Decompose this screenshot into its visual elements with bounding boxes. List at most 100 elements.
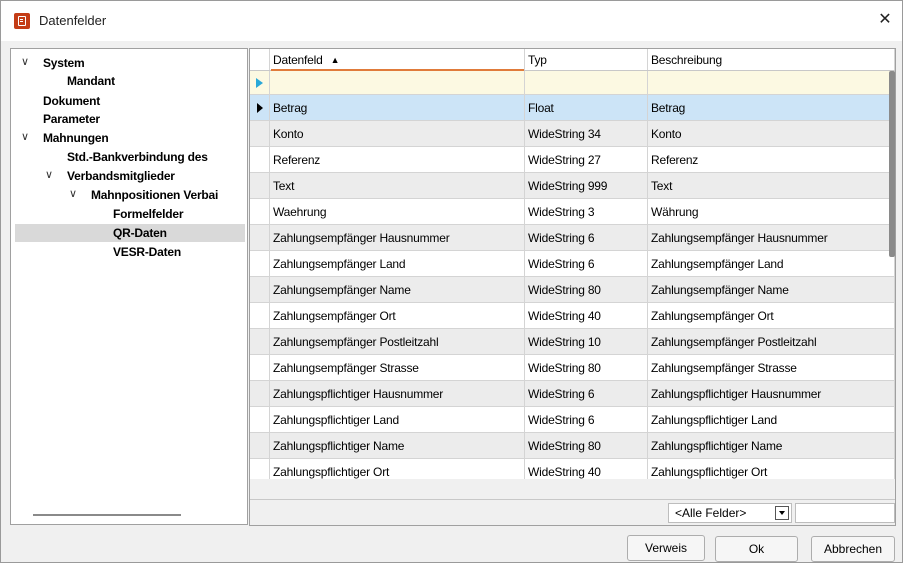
cell-datenfeld[interactable]: Referenz xyxy=(270,147,525,172)
cell-datenfeld[interactable]: Zahlungsempfänger Name xyxy=(270,277,525,302)
window-title: Datenfelder xyxy=(39,13,107,28)
cell-beschreibung[interactable]: Zahlungspflichtiger Name xyxy=(648,433,895,458)
filter-cell-typ[interactable] xyxy=(525,71,648,94)
table-row[interactable]: Text WideString 999 Text xyxy=(250,173,895,199)
fields-grid[interactable]: Datenfeld ▲ Typ Beschreibung Betrag Float B… xyxy=(250,49,895,479)
cell-typ[interactable]: WideString 40 xyxy=(525,459,648,479)
tree-view[interactable]: ∨ System Mandant Dokument Parameter ∨ Ma… xyxy=(10,48,248,525)
table-row[interactable]: Zahlungspflichtiger Land WideString 6 Zahl… xyxy=(250,407,895,433)
grid-vertical-scrollbar[interactable] xyxy=(889,71,895,257)
cell-beschreibung[interactable]: Konto xyxy=(648,121,895,146)
tree-item-mahnpositionen[interactable]: Mahnpositionen Verbai xyxy=(91,186,218,204)
cell-typ[interactable]: WideString 3 xyxy=(525,199,648,224)
tree-item-mahnungen[interactable]: Mahnungen xyxy=(43,129,109,147)
cell-typ[interactable]: WideString 80 xyxy=(525,355,648,380)
ok-button[interactable]: Ok xyxy=(715,536,798,562)
table-row[interactable]: Zahlungspflichtiger Hausnummer WideString… xyxy=(250,381,895,407)
tree-item-mandant[interactable]: Mandant xyxy=(67,72,115,90)
filter-row[interactable] xyxy=(250,71,895,95)
cell-typ[interactable]: WideString 6 xyxy=(525,407,648,432)
table-row[interactable]: Zahlungsempfänger Postleitzahl WideString… xyxy=(250,329,895,355)
tree-item-formelfelder[interactable]: Formelfelder xyxy=(113,205,183,223)
cell-beschreibung[interactable]: Zahlungsempfänger Postleitzahl xyxy=(648,329,895,354)
tree-item-dokument[interactable]: Dokument xyxy=(43,92,100,110)
filter-cell-beschreibung[interactable] xyxy=(648,71,895,94)
cell-typ[interactable]: Float xyxy=(525,95,648,120)
table-row[interactable]: Zahlungsempfänger Ort WideString 40 Zahlun… xyxy=(250,303,895,329)
cell-typ[interactable]: WideString 6 xyxy=(525,251,648,276)
cell-beschreibung[interactable]: Zahlungspflichtiger Land xyxy=(648,407,895,432)
table-row[interactable]: Zahlungsempfänger Name WideString 80 Zahlu… xyxy=(250,277,895,303)
cell-typ[interactable]: WideString 6 xyxy=(525,225,648,250)
tree-item-vesr-daten[interactable]: VESR-Daten xyxy=(113,243,181,261)
cell-beschreibung[interactable]: Zahlungsempfänger Name xyxy=(648,277,895,302)
row-indicator xyxy=(250,225,270,250)
cell-beschreibung[interactable]: Zahlungsempfänger Strasse xyxy=(648,355,895,380)
cell-beschreibung[interactable]: Referenz xyxy=(648,147,895,172)
cell-datenfeld[interactable]: Text xyxy=(270,173,525,198)
tree-item-system[interactable]: System xyxy=(43,54,85,72)
table-row[interactable]: Zahlungspflichtiger Ort WideString 40 Zahl… xyxy=(250,459,895,479)
cell-beschreibung[interactable]: Zahlungspflichtiger Ort xyxy=(648,459,895,479)
table-row[interactable]: Zahlungspflichtiger Name WideString 80 Zah… xyxy=(250,433,895,459)
title-bar: Datenfelder ✕ xyxy=(1,1,902,41)
table-row[interactable]: Zahlungsempfänger Hausnummer WideString 6… xyxy=(250,225,895,251)
table-row[interactable]: Betrag Float Betrag xyxy=(250,95,895,121)
cell-beschreibung[interactable]: Währung xyxy=(648,199,895,224)
cell-typ[interactable]: WideString 27 xyxy=(525,147,648,172)
chevron-down-icon[interactable] xyxy=(775,506,789,520)
cell-beschreibung[interactable]: Text xyxy=(648,173,895,198)
table-row[interactable]: Konto WideString 34 Konto xyxy=(250,121,895,147)
tree-item-parameter[interactable]: Parameter xyxy=(43,110,100,128)
chevron-down-icon[interactable]: ∨ xyxy=(21,130,29,143)
cell-datenfeld[interactable]: Zahlungsempfänger Land xyxy=(270,251,525,276)
column-header-beschreibung[interactable]: Beschreibung xyxy=(648,49,895,70)
close-button[interactable]: ✕ xyxy=(872,7,898,33)
cell-typ[interactable]: WideString 999 xyxy=(525,173,648,198)
cell-datenfeld[interactable]: Betrag xyxy=(270,95,525,120)
cell-typ[interactable]: WideString 34 xyxy=(525,121,648,146)
row-indicator xyxy=(250,251,270,276)
cell-datenfeld[interactable]: Zahlungspflichtiger Name xyxy=(270,433,525,458)
cell-typ[interactable]: WideString 80 xyxy=(525,277,648,302)
filter-cell-datenfeld[interactable] xyxy=(270,71,525,94)
cell-datenfeld[interactable]: Zahlungsempfänger Strasse xyxy=(270,355,525,380)
column-header-typ[interactable]: Typ xyxy=(525,49,648,70)
field-filter-select[interactable]: <Alle Felder> xyxy=(668,503,792,523)
search-input[interactable] xyxy=(795,503,895,523)
table-row[interactable]: Zahlungsempfänger Strasse WideString 80 Za… xyxy=(250,355,895,381)
cell-beschreibung[interactable]: Zahlungsempfänger Land xyxy=(648,251,895,276)
cell-datenfeld[interactable]: Waehrung xyxy=(270,199,525,224)
cell-datenfeld[interactable]: Zahlungspflichtiger Ort xyxy=(270,459,525,479)
tree-horizontal-scrollbar[interactable] xyxy=(33,514,181,516)
chevron-down-icon[interactable]: ∨ xyxy=(21,55,29,68)
tree-content: ∨ System Mandant Dokument Parameter ∨ Ma… xyxy=(11,49,247,499)
table-row[interactable]: Referenz WideString 27 Referenz xyxy=(250,147,895,173)
tree-item-std-bankverbindung[interactable]: Std.-Bankverbindung des xyxy=(67,148,208,166)
table-row[interactable]: Waehrung WideString 3 Währung xyxy=(250,199,895,225)
cell-beschreibung[interactable]: Zahlungsempfänger Hausnummer xyxy=(648,225,895,250)
cell-datenfeld[interactable]: Zahlungsempfänger Hausnummer xyxy=(270,225,525,250)
cell-beschreibung[interactable]: Zahlungspflichtiger Hausnummer xyxy=(648,381,895,406)
cell-beschreibung[interactable]: Zahlungsempfänger Ort xyxy=(648,303,895,328)
cell-datenfeld[interactable]: Zahlungsempfänger Ort xyxy=(270,303,525,328)
chevron-down-icon[interactable]: ∨ xyxy=(45,168,53,181)
cell-typ[interactable]: WideString 6 xyxy=(525,381,648,406)
table-row[interactable]: Zahlungsempfänger Land WideString 6 Zahlun… xyxy=(250,251,895,277)
cell-typ[interactable]: WideString 40 xyxy=(525,303,648,328)
cell-typ[interactable]: WideString 10 xyxy=(525,329,648,354)
column-header-datenfeld[interactable]: Datenfeld ▲ xyxy=(270,49,525,70)
cell-datenfeld[interactable]: Zahlungspflichtiger Hausnummer xyxy=(270,381,525,406)
cell-datenfeld[interactable]: Zahlungspflichtiger Land xyxy=(270,407,525,432)
chevron-down-icon[interactable]: ∨ xyxy=(69,187,77,200)
cell-datenfeld[interactable]: Konto xyxy=(270,121,525,146)
abbrechen-button[interactable]: Abbrechen xyxy=(811,536,895,562)
cell-typ[interactable]: WideString 80 xyxy=(525,433,648,458)
cell-beschreibung[interactable]: Betrag xyxy=(648,95,895,120)
verweis-button[interactable]: Verweis xyxy=(627,535,705,561)
tree-item-verbandsmitglieder[interactable]: Verbandsmitglieder xyxy=(67,167,175,185)
row-indicator xyxy=(250,173,270,198)
grid-header: Datenfeld ▲ Typ Beschreibung xyxy=(250,49,895,71)
cell-datenfeld[interactable]: Zahlungsempfänger Postleitzahl xyxy=(270,329,525,354)
tree-item-qr-daten[interactable]: QR-Daten xyxy=(15,224,245,242)
